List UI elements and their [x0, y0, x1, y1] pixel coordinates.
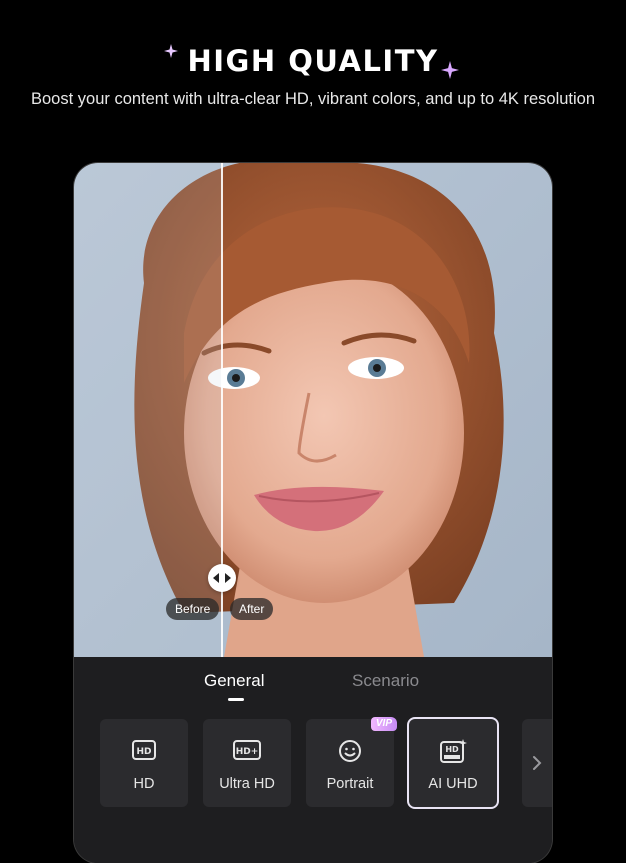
page-subtitle: Boost your content with ultra-clear HD, … [30, 90, 596, 108]
page-title: HIGH QUALITY [187, 44, 439, 78]
hd-ultra-icon: HD [409, 739, 497, 765]
sparkle-icon [441, 61, 459, 79]
active-tab-indicator [228, 698, 244, 701]
mode-label: Ultra HD [219, 776, 275, 792]
hd-icon: HD [100, 739, 188, 765]
after-label: After [230, 598, 274, 620]
tab-scenario[interactable]: Scenario [352, 671, 419, 691]
mode-ultra-hd[interactable]: HD+ Ultra HD [203, 719, 291, 807]
svg-text:HD: HD [136, 747, 151, 757]
svg-text:HD: HD [445, 745, 459, 754]
mode-label: HD [133, 776, 155, 792]
hd-plus-icon: HD+ [203, 739, 291, 765]
mode-label: AI UHD [428, 776, 478, 792]
before-after-photo[interactable] [74, 163, 552, 657]
svg-text:HD+: HD+ [236, 747, 259, 757]
tab-general[interactable]: General [204, 671, 264, 691]
mode-hd[interactable]: HD HD [100, 719, 188, 807]
before-label: Before [166, 598, 220, 620]
mode-ai-uhd[interactable]: HD AI UHD [409, 719, 497, 807]
enhance-panel: General Scenario HD HD HD+ Ultra HD VIP … [74, 657, 552, 863]
chevron-right-icon [533, 756, 542, 770]
compare-arrows-icon [213, 573, 231, 583]
face-icon [306, 739, 394, 765]
mode-label: Portrait [326, 776, 374, 792]
mode-portrait[interactable]: VIP Portrait [306, 717, 397, 807]
scroll-right-button[interactable] [522, 719, 552, 807]
phone-mockup: Before After General Scenario HD HD HD+ … [74, 163, 552, 863]
compare-handle[interactable] [208, 564, 236, 592]
vip-badge: VIP [370, 717, 397, 731]
